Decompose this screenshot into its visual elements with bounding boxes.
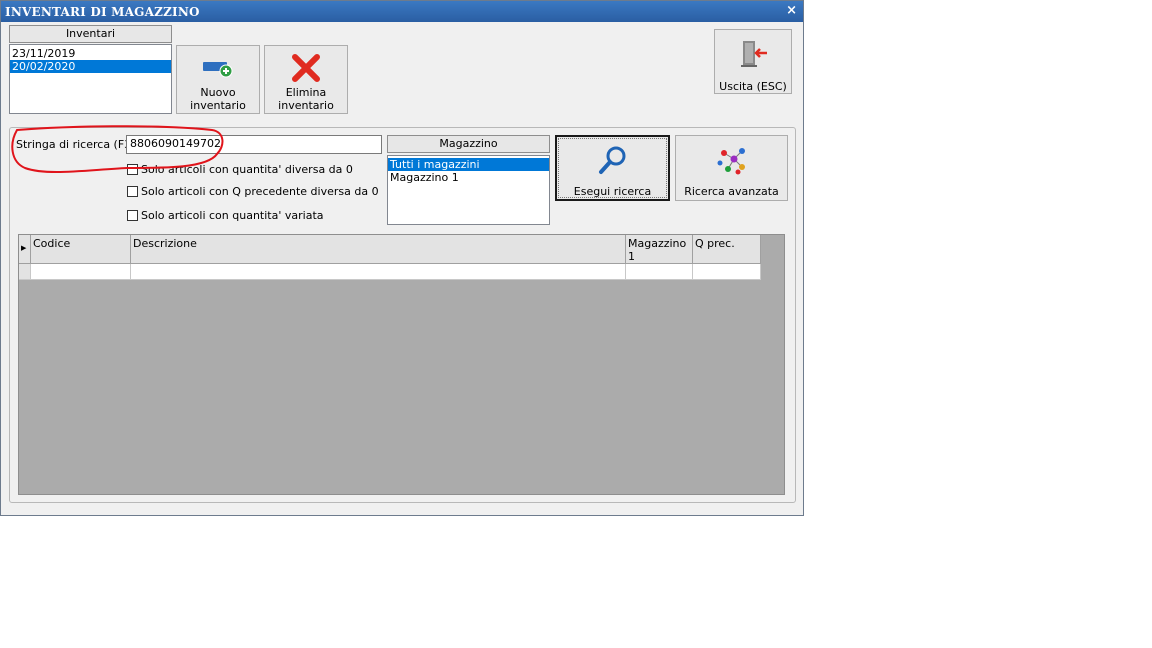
esegui-label: Esegui ricerca [573,185,652,198]
uscita-label: Uscita (ESC) [719,80,787,93]
table-cell[interactable] [131,264,626,280]
add-document-icon [203,62,233,78]
checkbox-prev-nonzero[interactable]: Solo articoli con Q precedente diversa d… [127,185,379,198]
window-title: INVENTARI DI MAGAZZINO [5,5,200,19]
checkbox-qty-nonzero[interactable]: Solo articoli con quantita' diversa da 0 [127,163,353,176]
new-row-header[interactable] [19,264,31,280]
magazzino-item-selected[interactable]: Tutti i magazzini [388,158,549,171]
table-cell[interactable] [626,264,693,280]
checkbox-label: Solo articoli con quantita' diversa da 0 [141,163,353,176]
table-cell[interactable] [693,264,761,280]
nuovo-line2: inventario [190,99,246,112]
inventari-list[interactable]: 23/11/2019 20/02/2020 [9,44,172,114]
search-label: Stringa di ricerca (F3) [16,138,136,151]
column-header-descrizione[interactable]: Descrizione [131,235,626,264]
magazzino-list[interactable]: Tutti i magazzini Magazzino 1 [387,155,550,225]
nuovo-inventario-button[interactable]: Nuovo inventario [176,45,260,114]
checkbox-box[interactable] [127,186,138,197]
exit-door-icon [741,41,767,67]
title-bar[interactable]: INVENTARI DI MAGAZZINO × [1,1,803,22]
magazzino-item[interactable]: Magazzino 1 [388,171,549,184]
elimina-inventario-button[interactable]: Elimina inventario [264,45,348,114]
inventari-item-selected[interactable]: 20/02/2020 [10,60,171,73]
elimina-line1: Elimina [285,86,327,99]
column-header-codice[interactable]: Codice [31,235,131,264]
esegui-ricerca-button[interactable]: Esegui ricerca [555,135,670,201]
column-header-magazzino-1[interactable]: Magazzino 1 [626,235,693,264]
magazzino-header: Magazzino [387,135,550,153]
inventari-header: Inventari [9,25,172,43]
row-indicator-icon: ▶ [21,244,27,252]
magnifier-icon [599,146,626,174]
checkbox-label: Solo articoli con quantita' variata [141,209,324,222]
nuovo-line1: Nuovo [200,86,236,99]
avanzata-label: Ricerca avanzata [684,185,779,198]
inventari-item[interactable]: 23/11/2019 [10,47,171,60]
search-input[interactable]: 8806090149702 [126,135,382,154]
column-header-q-prec[interactable]: Q prec. [693,235,761,264]
checkbox-qty-changed[interactable]: Solo articoli con quantita' variata [127,209,324,222]
table-cell[interactable] [31,264,131,280]
red-x-icon [292,54,320,82]
close-icon[interactable]: × [786,3,797,18]
checkbox-label: Solo articoli con Q precedente diversa d… [141,185,379,198]
ricerca-avanzata-button[interactable]: Ricerca avanzata [675,135,788,201]
elimina-line2: inventario [278,99,334,112]
checkbox-box[interactable] [127,164,138,175]
molecule-icon [717,148,745,175]
checkbox-box[interactable] [127,210,138,221]
uscita-button[interactable]: Uscita (ESC) [714,29,792,94]
inventari-window: INVENTARI DI MAGAZZINO × Inventari 23/11… [0,0,804,516]
results-grid[interactable]: Codice Descrizione Magazzino 1 Q prec. ▶ [18,234,785,495]
